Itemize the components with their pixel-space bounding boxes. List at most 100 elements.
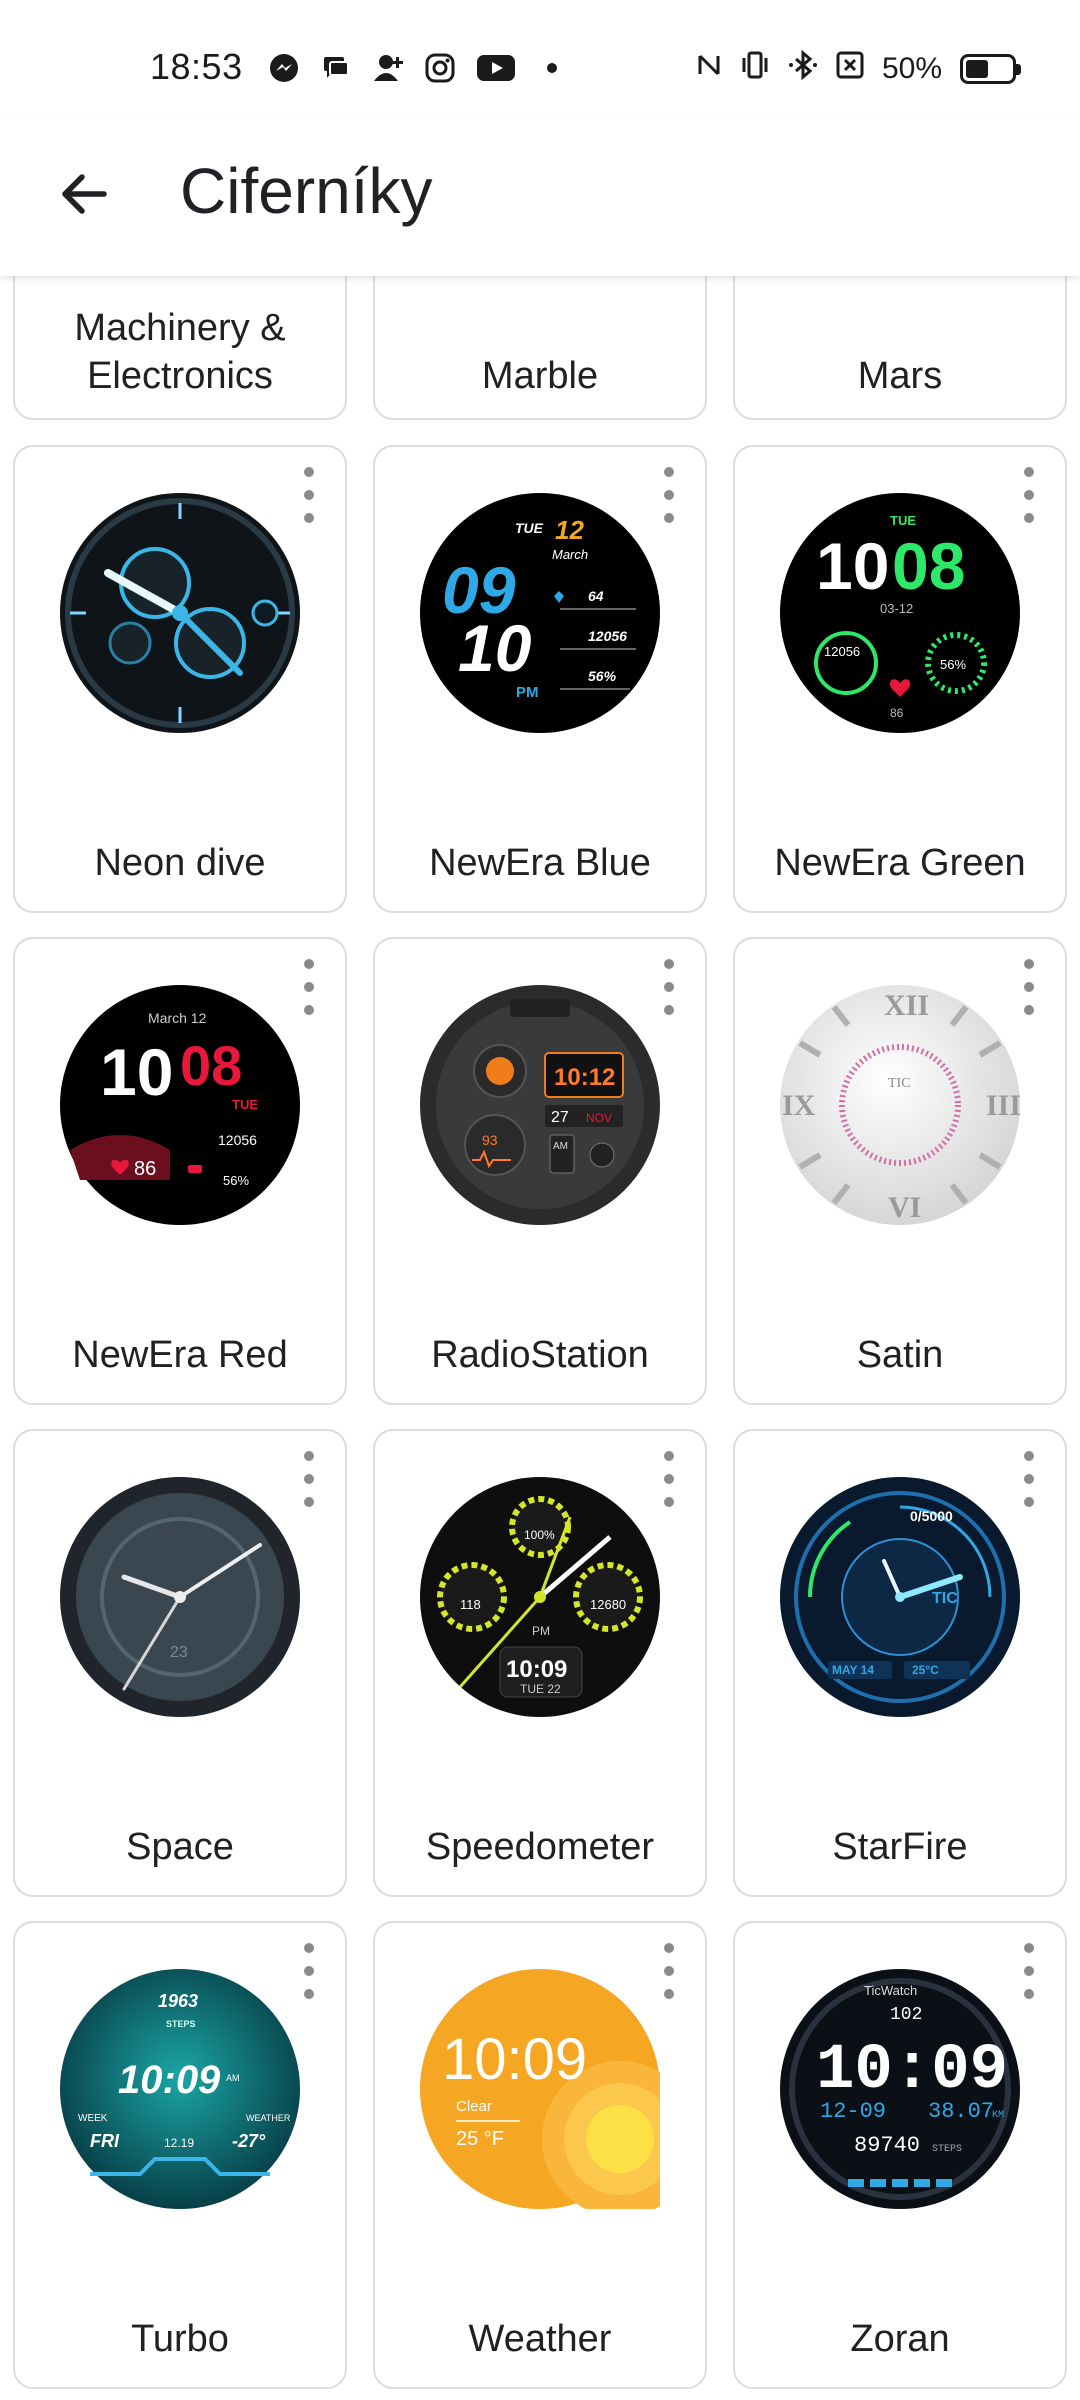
svg-text:WEATHER: WEATHER [246, 2113, 291, 2123]
instagram-icon [424, 52, 456, 84]
svg-text:III: III [986, 1089, 1020, 1122]
svg-text:TUE: TUE [890, 513, 916, 528]
svg-text:86: 86 [890, 706, 904, 720]
svg-text:12056: 12056 [824, 644, 860, 659]
watchface-preview-neon-dive [60, 493, 300, 733]
back-button[interactable] [52, 162, 116, 226]
watchface-card[interactable]: Neon dive [13, 445, 347, 913]
svg-text:27: 27 [551, 1109, 569, 1126]
watchface-label: NewEra Blue [429, 841, 651, 884]
watchface-card[interactable]: XII III VI IX TIC Satin [733, 937, 1067, 1405]
svg-text:PM: PM [516, 684, 539, 701]
svg-text:12: 12 [555, 515, 584, 545]
chat-icon [320, 52, 352, 84]
svg-text:10:12: 10:12 [554, 1064, 615, 1091]
arrow-left-icon [62, 174, 107, 214]
svg-text:12680: 12680 [590, 1597, 626, 1612]
watchface-card[interactable]: TicWatch 102 10:09 12-09 38.07 KM 89740 … [733, 1921, 1067, 2389]
watchface-card[interactable]: TUE 10 08 03-12 12056 56% 86 NewEra Gree… [733, 445, 1067, 913]
watchface-card[interactable]: 23 Space [13, 1429, 347, 1897]
svg-text:23: 23 [170, 1644, 188, 1661]
watchface-card[interactable]: Mars [733, 260, 1067, 420]
watchface-card[interactable]: 100% 118 12680 PM 10:09 TUE 22 Speedomet… [373, 1429, 707, 1897]
svg-text:AM: AM [553, 1141, 568, 1152]
svg-text:56%: 56% [223, 1173, 249, 1188]
svg-text:102: 102 [890, 2005, 922, 2025]
svg-text:10: 10 [458, 611, 532, 685]
watchface-card[interactable]: 10:12 27 NOV 93 AM RadioStation [373, 937, 707, 1405]
watchface-label: Machinery & Electronics [74, 307, 286, 397]
watchface-label: Turbo [131, 2317, 229, 2360]
watchface-label: Speedometer [425, 1825, 655, 1868]
svg-text:10: 10 [816, 529, 889, 603]
status-time: 18:53 [150, 46, 243, 87]
svg-text:VI: VI [888, 1191, 921, 1224]
watchface-card[interactable]: 0/5000 TIC MAY 14 25°C StarFire [733, 1429, 1067, 1897]
svg-text:10:09: 10:09 [506, 1656, 567, 1683]
watchface-label: Satin [856, 1333, 944, 1376]
svg-text:38.07: 38.07 [928, 2099, 994, 2124]
watchface-card[interactable]: 10:09 Clear 25 °F Weather [373, 1921, 707, 2389]
watchface-preview-zoran: TicWatch 102 10:09 12-09 38.07 KM 89740 … [780, 1969, 1020, 2209]
svg-text:93: 93 [482, 1132, 498, 1148]
svg-text:AM: AM [226, 2073, 240, 2083]
watchface-card[interactable]: 1963 STEPS 10:09 AM WEEK FRI 12.19 WEATH… [13, 1921, 347, 2389]
watchface-card[interactable]: March 12 10 08 TUE 86 12056 56% NewEra R… [13, 937, 347, 1405]
svg-text:03-12: 03-12 [880, 601, 913, 616]
svg-text:56%: 56% [588, 668, 617, 684]
watchface-label: Space [126, 1825, 234, 1868]
app-bar: Ciferníky [0, 120, 1080, 276]
watchface-label: Weather [468, 2317, 612, 2360]
svg-text:08: 08 [180, 1034, 242, 1097]
svg-text:KM: KM [992, 2110, 1004, 2121]
svg-text:10: 10 [100, 1035, 173, 1109]
watchface-preview-radiostation: 10:12 27 NOV 93 AM [420, 985, 660, 1225]
watchface-preview-starfire: 0/5000 TIC MAY 14 25°C [780, 1477, 1020, 1717]
svg-text:STEPS: STEPS [166, 2019, 196, 2029]
watchface-card[interactable]: Machinery & Electronics [13, 260, 347, 420]
page-title: Ciferníky [180, 155, 433, 227]
watchface-card[interactable]: Marble [373, 260, 707, 420]
watchface-label: NewEra Red [72, 1333, 288, 1376]
watchface-preview-satin: XII III VI IX TIC [780, 985, 1020, 1225]
battery-percent: 50% [881, 52, 942, 85]
svg-text:1963: 1963 [158, 1991, 198, 2011]
svg-text:March 12: March 12 [148, 1010, 207, 1026]
svg-text:64: 64 [588, 588, 604, 604]
watchface-label: RadioStation [431, 1333, 649, 1376]
watchface-preview-newera-blue: TUE 12 March 09 10 PM 64 12056 56% [420, 493, 660, 733]
svg-text:12.19: 12.19 [164, 2136, 194, 2150]
svg-text:IX: IX [782, 1089, 816, 1122]
notification-icons [268, 52, 568, 84]
watchface-card[interactable]: TUE 12 March 09 10 PM 64 12056 56% NewEr… [373, 445, 707, 913]
svg-text:10:09: 10:09 [816, 2035, 1008, 2107]
watchface-label: Neon dive [94, 841, 266, 884]
watchface-label: Mars [857, 354, 943, 397]
svg-text:10:09: 10:09 [442, 2027, 587, 2092]
svg-text:NOV: NOV [586, 1111, 612, 1125]
watchface-preview-newera-green: TUE 10 08 03-12 12056 56% 86 [780, 493, 1020, 733]
watchface-label: StarFire [832, 1825, 968, 1868]
svg-text:TIC: TIC [932, 1590, 958, 1607]
svg-text:25°C: 25°C [912, 1663, 939, 1677]
svg-text:100%: 100% [524, 1528, 555, 1542]
svg-text:12056: 12056 [218, 1132, 257, 1148]
system-status: 50% [696, 49, 1021, 88]
watchface-preview-newera-red: March 12 10 08 TUE 86 12056 56% [60, 985, 300, 1225]
svg-text:TIC: TIC [888, 1076, 911, 1091]
svg-text:TUE 22: TUE 22 [520, 1682, 561, 1696]
battery-icon [960, 54, 1021, 84]
watchface-preview-weather: 10:09 Clear 25 °F [420, 1969, 660, 2209]
svg-text:FRI: FRI [90, 2131, 120, 2151]
svg-text:TUE: TUE [232, 1097, 258, 1112]
svg-text:Clear: Clear [456, 2098, 492, 2115]
svg-text:56%: 56% [940, 657, 966, 672]
messenger-icon [268, 52, 300, 84]
watchface-label: Zoran [850, 2317, 950, 2360]
svg-text:XII: XII [884, 989, 929, 1022]
svg-text:89740: 89740 [854, 2133, 920, 2158]
watchface-label: Marble [481, 354, 599, 397]
svg-text:118: 118 [460, 1597, 481, 1612]
svg-text:TicWatch: TicWatch [864, 1983, 917, 1998]
watchface-preview-speedometer: 100% 118 12680 PM 10:09 TUE 22 [420, 1477, 660, 1717]
